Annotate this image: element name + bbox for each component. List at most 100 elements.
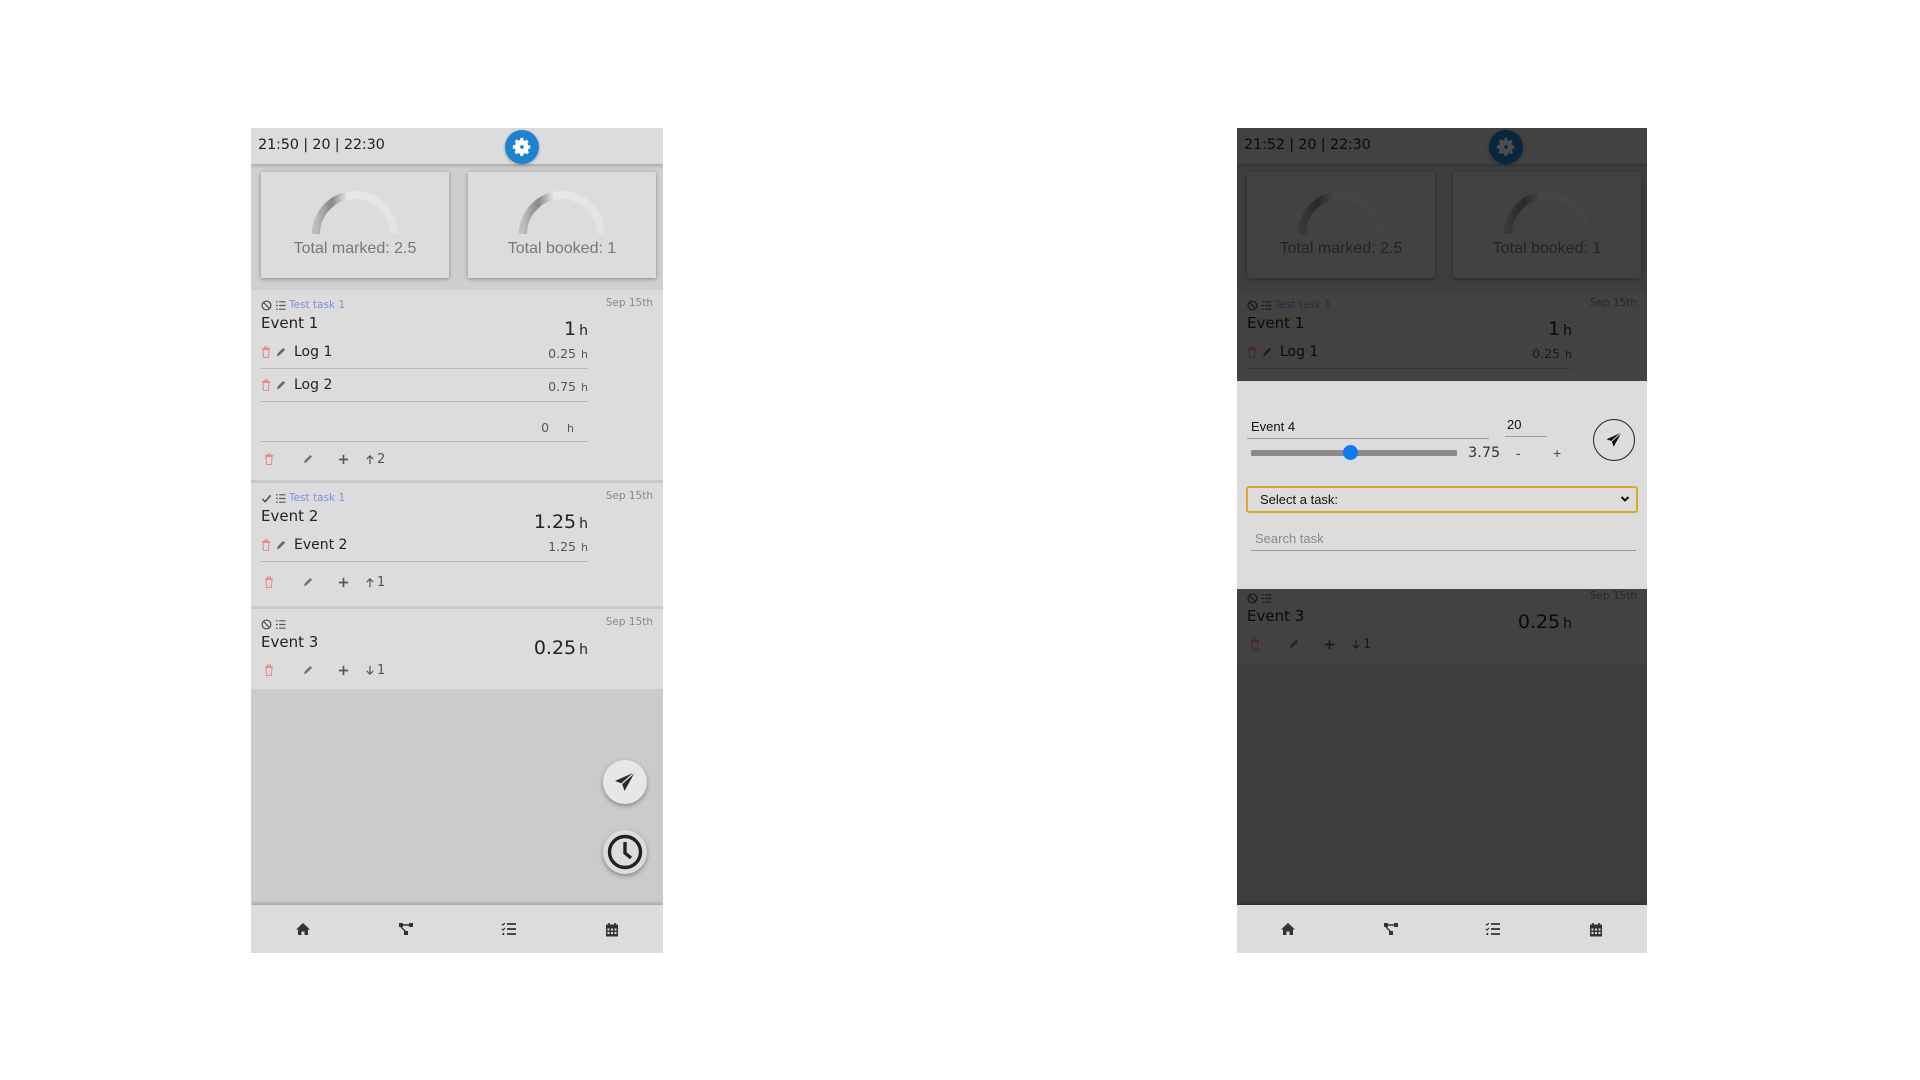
plus-icon	[338, 454, 348, 464]
hours-value: 3.75	[1468, 445, 1501, 461]
hours-slider-thumb[interactable]	[1342, 445, 1358, 460]
clock-fab-button[interactable]	[603, 830, 647, 874]
event-item[interactable]: Test task 1 Sep 15th Event 1 1h Log 1 0.…	[251, 290, 663, 483]
log-hours: 1.25 h	[548, 539, 588, 554]
edit-event-button[interactable]	[299, 454, 315, 465]
pencil-icon	[303, 665, 312, 674]
increment-button[interactable]: +	[1553, 445, 1561, 461]
blocked-icon[interactable]	[261, 299, 272, 311]
event-actions: 1	[261, 562, 653, 602]
event-date: Sep 15th	[605, 616, 653, 628]
total-booked-label: Total booked: 1	[507, 240, 617, 257]
submit-event-button[interactable]	[1593, 419, 1635, 461]
nav-calendar[interactable]	[1545, 905, 1648, 953]
event-date: Sep 15th	[605, 297, 653, 309]
edit-event-button[interactable]	[299, 665, 315, 676]
event-title: Event 1	[261, 314, 319, 332]
task-link[interactable]: Test task 1	[289, 492, 345, 504]
marked-gauge	[312, 191, 398, 235]
settings-button[interactable]	[505, 130, 539, 164]
tasks-icon	[501, 922, 516, 936]
blocked-icon[interactable]	[261, 618, 272, 630]
event-total-value: 0.25	[533, 637, 577, 659]
pencil-icon	[303, 577, 312, 586]
move-event-button[interactable]: 1	[365, 663, 385, 678]
log-row: Event 2 1.25 h	[261, 529, 588, 562]
calendar-icon	[605, 922, 618, 936]
nav-tasks[interactable]	[1442, 905, 1545, 953]
plus-icon	[338, 665, 348, 675]
trash-icon	[265, 664, 273, 676]
gear-icon	[512, 137, 531, 156]
check-icon[interactable]	[261, 493, 272, 504]
add-log-button[interactable]	[335, 454, 351, 465]
delete-event-button[interactable]	[261, 664, 277, 676]
log-hours-value: 0.75	[548, 379, 577, 394]
nav-network[interactable]	[354, 905, 457, 953]
total-marked-card: Total marked: 2.5	[261, 172, 449, 278]
nav-tasks[interactable]	[457, 905, 560, 953]
tasks-icon	[1485, 922, 1501, 936]
calendar-icon	[1589, 922, 1602, 936]
send-icon	[615, 771, 636, 791]
bottom-navigation	[1237, 905, 1647, 953]
add-event-dialog: 3.75 - + Select a task:	[1237, 381, 1647, 589]
task-select-value: Select a task:	[1260, 492, 1339, 507]
log-hours-unit: h	[581, 348, 588, 361]
delete-event-button[interactable]	[261, 576, 277, 588]
new-log-input-row[interactable]: 0h	[261, 402, 588, 442]
edit-event-button[interactable]	[299, 577, 315, 588]
pencil-icon[interactable]	[275, 380, 286, 391]
new-log-hours-unit: h	[567, 422, 574, 435]
chevron-down-icon	[1620, 496, 1630, 502]
event-item[interactable]: Test task 1 Sep 15th Event 2 1.25 h Event…	[251, 483, 663, 609]
arrow-up-icon	[366, 454, 374, 464]
new-log-hours-value: 0	[541, 420, 550, 435]
event-name-input[interactable]	[1247, 415, 1489, 439]
event-item[interactable]: Sep 15th Event 3 0.25h 1	[251, 609, 663, 689]
trash-icon[interactable]	[261, 539, 271, 551]
move-event-button[interactable]: 2	[365, 452, 385, 467]
nav-network[interactable]	[1340, 905, 1443, 953]
add-log-button[interactable]	[335, 577, 351, 588]
nav-home[interactable]	[251, 905, 354, 953]
trash-icon	[265, 453, 273, 465]
task-link[interactable]: Test task 1	[289, 299, 345, 311]
trash-icon	[265, 576, 273, 588]
pencil-icon[interactable]	[275, 540, 286, 551]
task-list-icon	[275, 619, 286, 629]
nav-calendar[interactable]	[560, 905, 663, 953]
minutes-input[interactable]	[1505, 413, 1547, 437]
event-date: Sep 15th	[605, 490, 653, 502]
delete-event-button[interactable]	[261, 453, 277, 465]
move-event-button[interactable]: 1	[365, 575, 385, 590]
log-hours-unit: h	[581, 381, 588, 394]
network-icon	[398, 923, 413, 935]
new-log-hours[interactable]: 0h	[541, 420, 574, 435]
search-task-input[interactable]	[1251, 526, 1636, 551]
move-count: 1	[377, 662, 386, 678]
bottom-navigation	[251, 905, 663, 953]
event-total: 0.25h	[534, 637, 588, 659]
event-list: Test task 1 Sep 15th Event 1 1 h Log 1 0.…	[251, 290, 663, 689]
decrement-button[interactable]: -	[1516, 445, 1521, 461]
log-name: Log 1	[294, 344, 333, 360]
clock-icon	[607, 834, 643, 870]
trash-icon[interactable]	[261, 379, 271, 391]
booked-gauge	[519, 191, 605, 235]
app-screen-left: 21:50 | 20 | 22:30 Total marked: 2.5 Tot…	[251, 128, 663, 953]
task-list-icon	[275, 493, 286, 503]
event-actions: 2	[261, 442, 653, 476]
arrow-down-icon	[366, 665, 374, 675]
time-summary: 21:50 | 20 | 22:30	[258, 137, 385, 153]
pencil-icon[interactable]	[275, 347, 286, 358]
send-fab-button[interactable]	[603, 760, 647, 804]
home-icon	[1281, 923, 1296, 935]
log-hours: 0.25 h	[548, 346, 588, 361]
nav-home[interactable]	[1237, 905, 1340, 953]
add-log-button[interactable]	[335, 665, 351, 676]
hours-slider[interactable]	[1251, 445, 1457, 460]
task-select[interactable]: Select a task:	[1246, 486, 1638, 513]
move-count: 2	[377, 451, 386, 467]
trash-icon[interactable]	[261, 346, 271, 358]
